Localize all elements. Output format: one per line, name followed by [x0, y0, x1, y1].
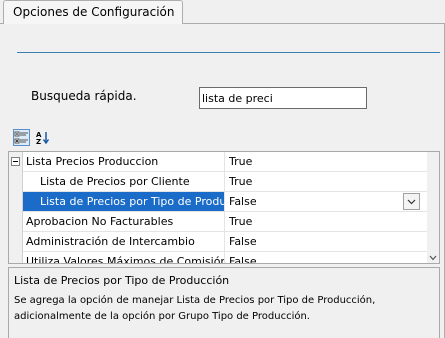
grid-row-aprobacion-no-facturables[interactable]: Aprobacion No Facturables True	[9, 212, 429, 232]
search-label: Busqueda rápida.	[31, 89, 137, 103]
grid-row-lista-precios-produccion[interactable]: Lista Precios Produccion True	[9, 152, 429, 172]
chevron-down-icon	[407, 199, 416, 205]
property-value[interactable]: True	[224, 152, 429, 172]
categorized-button[interactable]	[13, 129, 30, 146]
grid-row-lista-precios-tipo-produccion[interactable]: Lista de Precios por Tipo de Produccion …	[9, 192, 429, 212]
grid-row-valores-maximos-comision[interactable]: Utiliza Valores Máximos de Comisión Fals…	[9, 252, 429, 263]
section-divider	[17, 52, 440, 53]
svg-text:Z: Z	[36, 138, 41, 145]
alphabetical-button[interactable]: A Z	[34, 129, 51, 146]
collapse-icon[interactable]	[11, 157, 20, 166]
property-value[interactable]: False	[224, 252, 429, 263]
description-panel: Lista de Precios por Tipo de Producción …	[8, 267, 440, 338]
alphabetical-sort-icon: A Z	[36, 131, 50, 146]
property-value[interactable]: False	[224, 192, 429, 212]
grid-scrollbar[interactable]	[427, 152, 439, 263]
property-grid[interactable]: Lista Precios Produccion True Lista de P…	[8, 151, 440, 264]
categorized-icon	[14, 131, 28, 144]
property-name: Utiliza Valores Máximos de Comisión	[23, 252, 224, 263]
description-title: Lista de Precios por Tipo de Producción	[14, 274, 230, 287]
grid-row-lista-precios-cliente[interactable]: Lista de Precios por Cliente True	[9, 172, 429, 192]
value-dropdown-button[interactable]	[403, 193, 420, 210]
tab-label: Opciones de Configuración	[13, 5, 175, 19]
property-name: Administración de Intercambio	[23, 232, 224, 252]
description-text: Se agrega la opción de manejar Lista de …	[14, 295, 376, 322]
tab-opciones-configuracion[interactable]: Opciones de Configuración	[3, 0, 183, 24]
property-name: Lista Precios Produccion	[23, 152, 224, 172]
property-value[interactable]: False	[224, 232, 429, 252]
property-name: Lista de Precios por Tipo de Produccion	[23, 192, 224, 212]
property-name: Aprobacion No Facturables	[23, 212, 224, 232]
search-input[interactable]	[199, 87, 367, 109]
scroll-down-icon[interactable]	[429, 255, 437, 261]
grid-row-administracion-intercambio[interactable]: Administración de Intercambio False	[9, 232, 429, 252]
property-name: Lista de Precios por Cliente	[23, 172, 224, 192]
property-value[interactable]: True	[224, 172, 429, 192]
property-value[interactable]: True	[224, 212, 429, 232]
